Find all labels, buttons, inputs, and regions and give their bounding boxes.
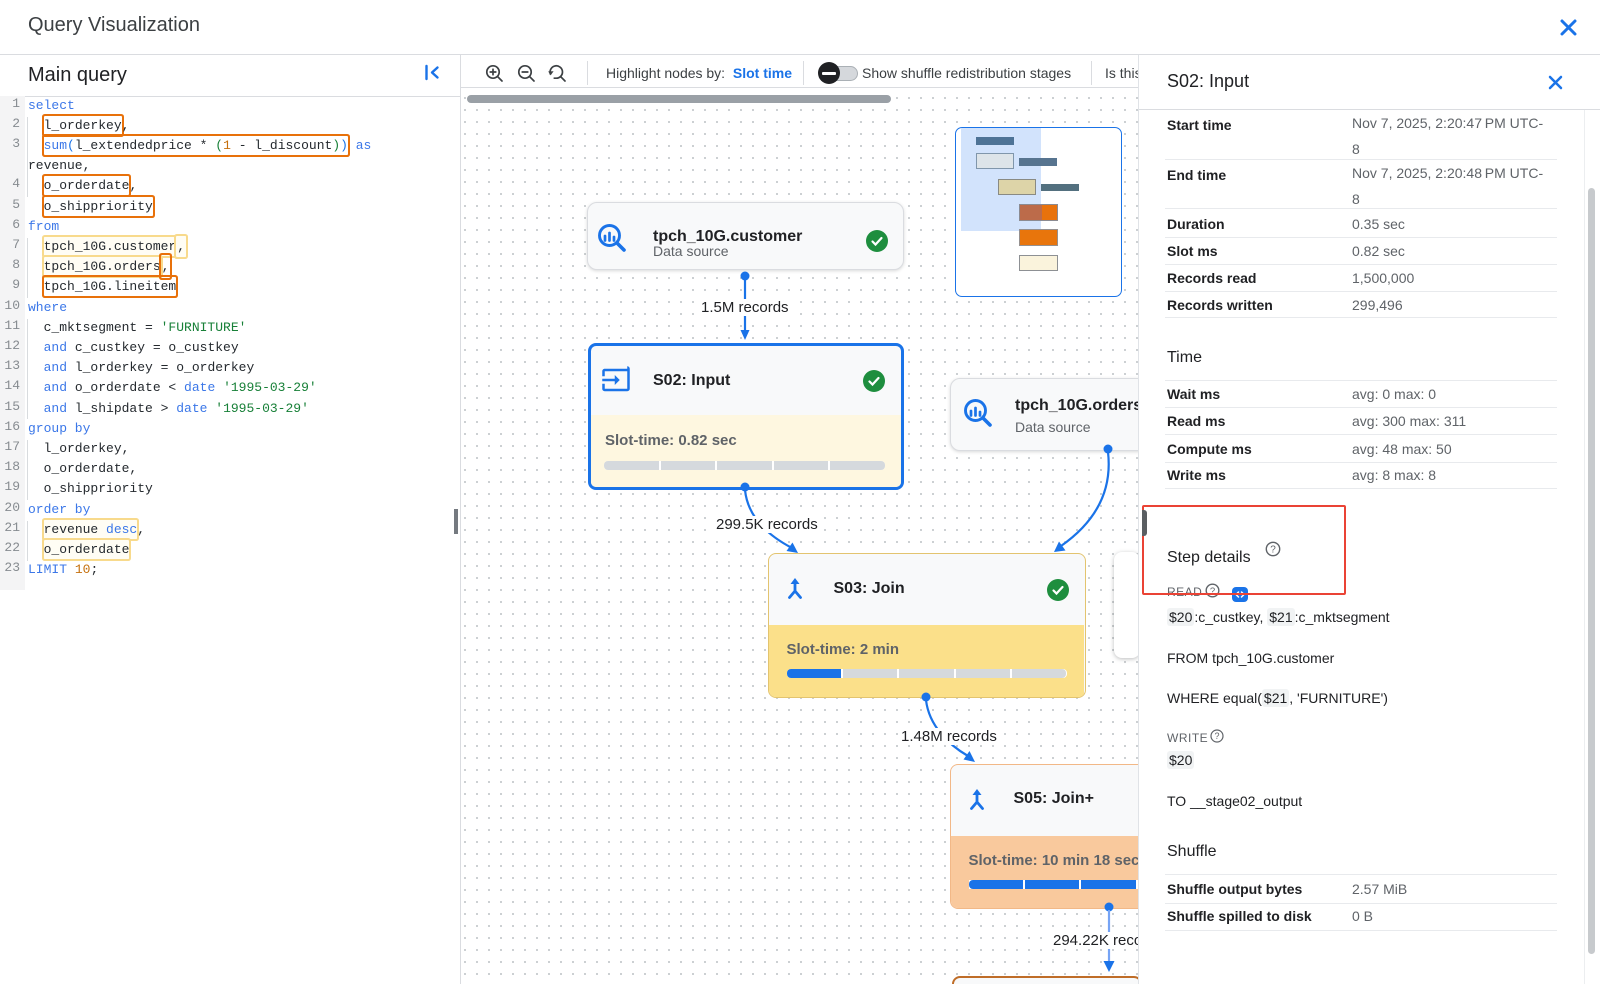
svg-text:?: ? <box>1214 731 1219 741</box>
